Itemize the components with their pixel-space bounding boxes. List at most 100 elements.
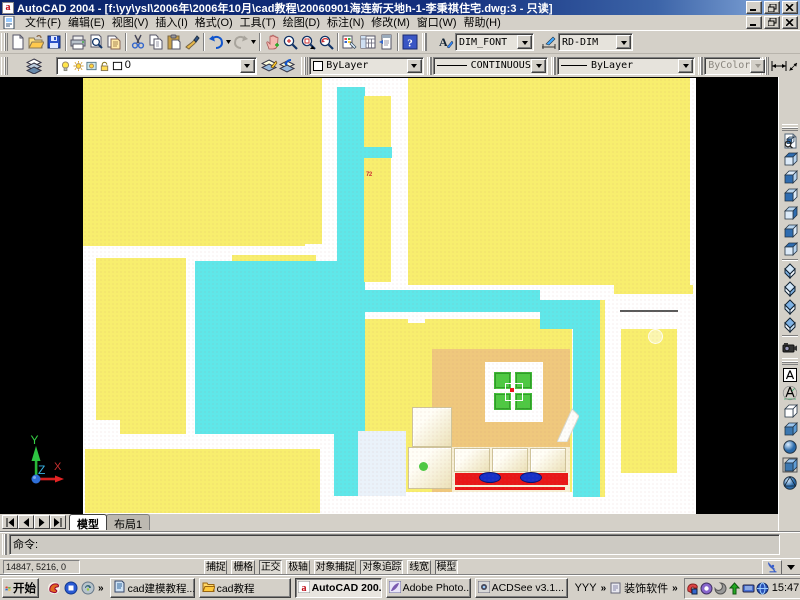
tab-last-button[interactable] — [50, 515, 66, 529]
text-style-icon[interactable]: A — [437, 32, 455, 52]
toggle-对象追踪[interactable]: 对象追踪 — [360, 560, 403, 575]
view-right-button[interactable] — [780, 204, 800, 222]
menu-修改M[interactable]: 修改(M) — [367, 13, 413, 32]
layer-previous-icon[interactable] — [278, 56, 296, 76]
toggle-模型[interactable]: 模型 — [435, 560, 458, 575]
text-style-combo[interactable]: DIM_FONT — [455, 33, 534, 51]
tray-green-icon[interactable] — [728, 582, 741, 595]
menu-插入I[interactable]: 插入(I) — [151, 13, 190, 32]
toggle-正交[interactable]: 正交 — [259, 560, 282, 575]
mdi-restore-button[interactable] — [764, 16, 780, 29]
dim-aligned-icon[interactable] — [788, 56, 800, 76]
band-chevron[interactable]: » — [599, 583, 609, 594]
toggle-线宽[interactable]: 线宽 — [407, 560, 430, 575]
band-label-zhuangshi[interactable]: 装饰软件 — [624, 580, 668, 596]
band-chevron[interactable]: » — [670, 583, 680, 594]
view-left-button[interactable] — [780, 186, 800, 204]
dock-toolbar-grip[interactable] — [782, 124, 798, 131]
zoom-previous-button[interactable] — [317, 32, 335, 52]
linetype-dropdown[interactable] — [531, 59, 546, 73]
view-front-button[interactable] — [780, 222, 800, 240]
menu-帮助H[interactable]: 帮助(H) — [460, 13, 504, 32]
drawing-file-icon[interactable] — [3, 16, 16, 29]
flat-shaded-edges-button[interactable] — [780, 456, 800, 474]
toolpalettes-button[interactable] — [377, 32, 395, 52]
toggle-极轴[interactable]: 极轴 — [286, 560, 309, 575]
tray-kbd-icon[interactable] — [742, 582, 755, 595]
task-ACDSee v3.1[interactable]: ACDSee v3.1... — [475, 578, 568, 598]
preview-button[interactable] — [87, 32, 105, 52]
named-views-button[interactable] — [780, 132, 800, 150]
tab-prev-button[interactable] — [18, 515, 34, 529]
plot-button[interactable] — [69, 32, 87, 52]
view-nw-iso-button[interactable] — [780, 316, 800, 334]
dim-linear-icon[interactable] — [770, 56, 788, 76]
status-menu-arrow[interactable] — [787, 565, 795, 574]
task-Adobe Photo[interactable]: Adobe Photo... — [386, 578, 471, 598]
toggle-捕捉[interactable]: 捕捉 — [204, 560, 227, 575]
task-cad教程[interactable]: cad教程 — [199, 578, 291, 598]
zoom-realtime-button[interactable] — [281, 32, 299, 52]
toolbar-grip[interactable] — [427, 57, 432, 75]
communication-center-button[interactable] — [762, 560, 782, 575]
menu-绘图D[interactable]: 绘图(D) — [279, 13, 323, 32]
camera-button[interactable] — [780, 338, 800, 356]
ql-blue-icon[interactable] — [64, 581, 78, 595]
tab-模型[interactable]: 模型 — [69, 514, 107, 530]
menu-工具T[interactable]: 工具(T) — [236, 13, 279, 32]
view-se-iso-button[interactable] — [780, 280, 800, 298]
ql-teal-icon[interactable] — [81, 581, 95, 595]
toolbar-grip[interactable] — [1, 33, 8, 51]
mdi-minimize-button[interactable] — [746, 16, 762, 29]
toolbar-grip[interactable] — [551, 57, 556, 75]
gouraud-shaded-button[interactable] — [780, 438, 800, 456]
save-button[interactable] — [45, 32, 63, 52]
menu-格式O[interactable]: 格式(O) — [191, 13, 236, 32]
menu-编辑E[interactable]: 编辑(E) — [64, 13, 108, 32]
restore-button[interactable] — [764, 1, 780, 14]
toggle-对象捕捉[interactable]: 对象捕捉 — [314, 560, 357, 575]
tab-next-button[interactable] — [34, 515, 50, 529]
toolbar-grip[interactable] — [301, 57, 308, 75]
menu-窗口W[interactable]: 窗口(W) — [413, 13, 460, 32]
menu-标注N[interactable]: 标注(N) — [323, 13, 367, 32]
dim-style-icon[interactable] — [540, 32, 558, 52]
layer-dropdown[interactable] — [240, 59, 255, 73]
view-top-button[interactable] — [780, 150, 800, 168]
toggle-栅格[interactable]: 栅格 — [231, 560, 254, 575]
close-button[interactable] — [782, 1, 798, 14]
dim-style-dropdown[interactable] — [616, 35, 631, 49]
designcenter-button[interactable] — [359, 32, 377, 52]
quicklaunch-chevron[interactable]: » — [96, 583, 106, 594]
menu-视图V[interactable]: 视图(V) — [108, 13, 152, 32]
redo-button[interactable] — [232, 32, 250, 52]
flat-shaded-button[interactable] — [780, 420, 800, 438]
task-AutoCAD 200[interactable]: aAutoCAD 200... — [295, 578, 382, 598]
layer-state-lock-icon[interactable] — [99, 60, 111, 72]
start-button[interactable]: 开始 — [2, 578, 39, 598]
color-dropdown[interactable] — [407, 59, 422, 73]
properties-button[interactable] — [341, 32, 359, 52]
new-button[interactable] — [9, 32, 27, 52]
plotstyle-combo[interactable]: ByColor — [704, 57, 761, 75]
tab-first-button[interactable] — [2, 515, 18, 529]
open-button[interactable] — [27, 32, 45, 52]
color-combo[interactable]: ByLayer — [309, 57, 423, 75]
tray-msg-icon[interactable] — [700, 582, 713, 595]
toolbar-grip[interactable] — [422, 33, 427, 51]
lineweight-combo[interactable]: ByLayer — [557, 57, 695, 75]
zoom-window-button[interactable] — [299, 32, 317, 52]
linetype-combo[interactable]: CONTINUOUS — [433, 57, 548, 75]
layer-state-bulb-icon[interactable] — [60, 60, 72, 72]
make-layer-current-icon[interactable] — [261, 56, 279, 76]
lineweight-dropdown[interactable] — [678, 59, 693, 73]
tab-布局1[interactable]: 布局1 — [106, 514, 150, 530]
menu-文件F[interactable]: 文件(F) — [21, 13, 64, 32]
command-grip[interactable] — [2, 534, 7, 555]
toolbar-grip[interactable] — [1, 57, 8, 75]
view-sw-iso-button[interactable] — [780, 262, 800, 280]
layers-dialog-icon[interactable] — [26, 56, 44, 76]
tray-globe-icon[interactable] — [756, 582, 769, 595]
publish-button[interactable] — [105, 32, 123, 52]
hidden-button[interactable] — [780, 402, 800, 420]
